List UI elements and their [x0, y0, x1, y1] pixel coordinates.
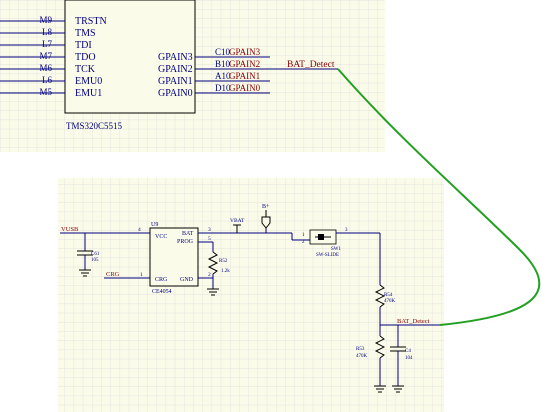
u9-pin-vcc: VCC	[155, 234, 167, 240]
pin-name: GPAIN1	[158, 76, 193, 87]
pin-name: TDI	[75, 40, 92, 51]
u9-pin-bat: BAT	[182, 231, 194, 237]
u9-pin-gnd: GND	[180, 277, 194, 283]
schematic-svg: TMS320C5515 M9 L8 L7 M7 M6 L6 M5 TRSTN T…	[0, 0, 541, 412]
bottom-sheet: VUSB 4 C61 105 CRG 1 U9 CE4054 VCC CRG B…	[58, 178, 444, 412]
pin-number: M7	[39, 51, 52, 61]
r52-value: 1.2k	[221, 269, 230, 274]
pin-name: GPAIN0	[158, 88, 193, 99]
u9-ref: U9	[151, 222, 158, 228]
top-sheet: TMS320C5515 M9 L8 L7 M7 M6 L6 M5 TRSTN T…	[0, 0, 385, 152]
net-name: GPAIN3	[229, 47, 261, 57]
vbat-label: VBAT	[230, 218, 245, 224]
u9-pin-4: 4	[138, 227, 141, 233]
pin-number: L8	[42, 27, 52, 37]
u9-pin-1: 1	[140, 272, 143, 278]
pin-number: M9	[39, 15, 52, 25]
pin-name: TDO	[75, 52, 96, 63]
bat-detect-label-top: BAT_Detect	[287, 60, 335, 70]
u9-pin-2: 2	[208, 272, 211, 278]
r54-value: 470K	[384, 299, 396, 304]
r52-ref: R52	[219, 259, 228, 264]
vusb-label: VUSB	[61, 226, 79, 233]
r54-ref: R54	[384, 293, 393, 298]
pin-number: M6	[39, 63, 52, 73]
r53-ref: R53	[356, 347, 365, 352]
charger-ic-u9: U9 CE4054 VCC CRG BAT PROG GND	[149, 222, 199, 295]
pin-name: EMU0	[75, 76, 102, 87]
bat-detect-label-bottom: BAT_Detect	[397, 318, 430, 325]
pin-number: M5	[39, 87, 52, 97]
pin-name: TCK	[75, 64, 96, 75]
c61-value: 105	[91, 258, 99, 263]
u9-pin-prog: PROG	[177, 239, 194, 245]
u9-pin-crg: CRG	[155, 277, 168, 283]
pin-name: TMS	[75, 28, 96, 39]
u9-pin-5: 5	[208, 236, 211, 242]
pin-name: GPAIN2	[158, 64, 193, 75]
pin-number: L7	[42, 39, 52, 49]
pin-name: EMU1	[75, 88, 102, 99]
r53-value: 470K	[356, 354, 368, 359]
net-name: GPAIN0	[229, 83, 261, 93]
u9-part: CE4054	[152, 289, 172, 295]
bplus-label: B+	[262, 204, 270, 210]
net-name: GPAIN1	[229, 71, 260, 81]
c61-ref: C61	[91, 252, 100, 257]
pin-number: L6	[42, 75, 52, 85]
chip-name: TMS320C5515	[66, 121, 123, 131]
crg-net-label: CRG	[106, 271, 120, 278]
c4-value: 104	[405, 356, 413, 361]
u9-pin-3: 3	[208, 227, 211, 233]
pin-name: GPAIN3	[158, 52, 193, 63]
c4-ref: C4	[405, 349, 411, 354]
pin-name: TRSTN	[75, 16, 107, 27]
net-name: GPAIN2	[229, 59, 260, 69]
sw1-ref: SW1	[331, 247, 342, 252]
sw1-part: SW-SLIDE	[316, 253, 339, 258]
schematic-canvas: TMS320C5515 M9 L8 L7 M7 M6 L6 M5 TRSTN T…	[0, 0, 548, 412]
